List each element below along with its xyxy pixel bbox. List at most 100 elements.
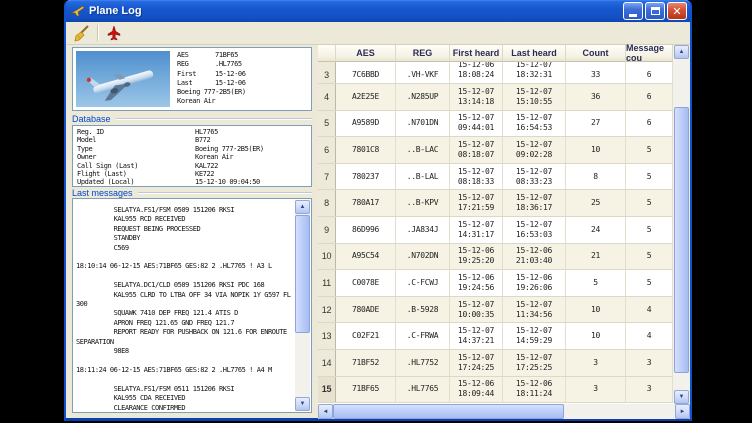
messages-title: Last messages xyxy=(72,188,133,198)
cell-first-heard: 15-12-0618:08:24 xyxy=(450,62,503,83)
cell-count: 10 xyxy=(566,323,626,349)
table-row[interactable]: 1571BF65.HL776515-12-0618:09:4415-12-061… xyxy=(318,377,673,404)
db-value: HL7765 xyxy=(195,128,218,136)
table-row[interactable]: 37C6BBD.VH-VKF15-12-0618:08:2415-12-0718… xyxy=(318,62,673,84)
toolbar-separator xyxy=(97,25,99,41)
app-icon xyxy=(70,4,85,18)
cell-count: 10 xyxy=(566,137,626,163)
toolbar xyxy=(66,22,690,45)
cell-last-heard: 15-12-0708:33:23 xyxy=(503,164,566,190)
table-row[interactable]: 10A95C54.N702DN15-12-0619:25:2015-12-062… xyxy=(318,244,673,271)
table-row[interactable]: 1471BF52.HL775215-12-0717:24:2515-12-071… xyxy=(318,350,673,377)
messages-scrollbar[interactable]: ▲ ▼ xyxy=(295,200,310,411)
cell-message-count: 5 xyxy=(626,217,673,243)
database-panel: Reg. IDHL7765 ModelB772 TypeBoeing 777-2… xyxy=(72,125,312,187)
cell-count: 5 xyxy=(566,270,626,296)
table-header: AES REG First heard Last heard Count Mes… xyxy=(318,45,690,62)
cell-message-count: 5 xyxy=(626,244,673,270)
scroll-left-icon[interactable]: ◄ xyxy=(318,404,333,419)
scroll-down-icon[interactable]: ▼ xyxy=(674,390,689,404)
table-row[interactable]: 8780A17..B-KPV15-12-0717:21:5915-12-0718… xyxy=(318,190,673,217)
main-content: AES71BF65 REG.HL7765 First15-12-06 Last1… xyxy=(66,45,690,419)
cell-last-heard: 15-12-0714:59:29 xyxy=(503,323,566,349)
header-reg[interactable]: REG xyxy=(396,45,450,62)
cell-aes: 71BF65 xyxy=(336,377,396,403)
table-vscrollbar[interactable]: ▲ ▼ xyxy=(673,45,690,404)
cell-first-heard: 15-12-0717:24:25 xyxy=(450,350,503,376)
cell-reg: .N702DN xyxy=(396,244,450,270)
cell-message-count: 6 xyxy=(626,62,673,83)
close-icon: ✕ xyxy=(672,6,681,17)
header-aes[interactable]: AES xyxy=(336,45,396,62)
cell-message-count: 4 xyxy=(626,297,673,323)
cell-aes: 780237 xyxy=(336,164,396,190)
cell-first-heard: 15-12-0708:18:33 xyxy=(450,164,503,190)
cell-count: 36 xyxy=(566,84,626,110)
table-row[interactable]: 11C0078E.C-FCWJ15-12-0619:24:5615-12-061… xyxy=(318,270,673,297)
row-number: 13 xyxy=(318,323,336,349)
aircraft-photo xyxy=(76,51,170,107)
group-rule xyxy=(138,192,312,194)
cell-last-heard: 15-12-0618:11:24 xyxy=(503,377,566,403)
row-number: 9 xyxy=(318,217,336,243)
info-value: .HL7765 xyxy=(215,60,242,69)
scroll-thumb[interactable] xyxy=(295,215,310,333)
cell-last-heard: 15-12-0718:36:17 xyxy=(503,190,566,216)
db-label: Type xyxy=(77,145,195,153)
cell-first-heard: 15-12-0618:09:44 xyxy=(450,377,503,403)
table-row[interactable]: 13C02F21.C-FRWA15-12-0714:37:2115-12-071… xyxy=(318,323,673,350)
cell-aes: 71BF52 xyxy=(336,350,396,376)
aircraft-summary-panel: AES71BF65 REG.HL7765 First15-12-06 Last1… xyxy=(72,47,312,111)
plane-filter-button[interactable] xyxy=(102,23,126,43)
cell-last-heard: 15-12-0716:54:53 xyxy=(503,111,566,137)
minimize-button[interactable] xyxy=(623,2,643,20)
header-last-heard[interactable]: Last heard xyxy=(503,45,566,62)
scroll-up-icon[interactable]: ▲ xyxy=(674,45,689,59)
table-row[interactable]: 67801C8..B-LAC15-12-0708:18:0715-12-0709… xyxy=(318,137,673,164)
info-label: Last xyxy=(177,79,215,88)
table-hscrollbar[interactable]: ◄ ► xyxy=(318,404,690,419)
messages-text: SELATYA.FS1/FSM 0509 151206 RKSI KAL955 … xyxy=(76,206,294,410)
cell-message-count: 6 xyxy=(626,84,673,110)
db-value: KE722 xyxy=(195,170,214,178)
row-number: 7 xyxy=(318,164,336,190)
cell-count: 3 xyxy=(566,350,626,376)
titlebar[interactable]: Plane Log ✕ xyxy=(66,0,690,22)
row-number: 12 xyxy=(318,297,336,323)
header-first-heard[interactable]: First heard xyxy=(450,45,503,62)
cell-count: 3 xyxy=(566,377,626,403)
cell-reg: ..B-KPV xyxy=(396,190,450,216)
cell-message-count: 3 xyxy=(626,377,673,403)
table-row[interactable]: 986D996.JA834J15-12-0714:31:1715-12-0716… xyxy=(318,217,673,244)
table-row[interactable]: 12780ADE.B-592815-12-0710:00:3515-12-071… xyxy=(318,297,673,324)
scroll-up-icon[interactable]: ▲ xyxy=(295,200,310,214)
plane-log-window: Plane Log ✕ xyxy=(64,0,692,421)
cell-last-heard: 15-12-0717:25:25 xyxy=(503,350,566,376)
maximize-icon xyxy=(651,7,660,15)
scroll-thumb[interactable] xyxy=(333,404,564,419)
table-row[interactable]: 4A2E25E.N285UP15-12-0713:14:1815-12-0715… xyxy=(318,84,673,111)
header-count[interactable]: Count xyxy=(566,45,626,62)
header-rownum[interactable] xyxy=(318,45,336,62)
db-label: Updated (Local) xyxy=(77,178,195,186)
scroll-down-icon[interactable]: ▼ xyxy=(295,397,310,411)
cell-aes: 7C6BBD xyxy=(336,62,396,83)
row-number: 3 xyxy=(318,62,336,83)
header-message-count[interactable]: Message cou xyxy=(626,45,673,62)
scroll-thumb[interactable] xyxy=(674,107,689,373)
maximize-button[interactable] xyxy=(645,2,665,20)
database-title: Database xyxy=(72,114,111,124)
cell-reg: ..B-LAL xyxy=(396,164,450,190)
info-value: 15-12-06 xyxy=(215,70,246,79)
row-number: 8 xyxy=(318,190,336,216)
close-button[interactable]: ✕ xyxy=(667,2,687,20)
scroll-right-icon[interactable]: ► xyxy=(675,404,690,419)
cell-message-count: 3 xyxy=(626,350,673,376)
cell-aes: 7801C8 xyxy=(336,137,396,163)
table-row[interactable]: 5A9589D.N701DN15-12-0709:44:0115-12-0716… xyxy=(318,111,673,138)
table-row[interactable]: 7780237..B-LAL15-12-0708:18:3315-12-0708… xyxy=(318,164,673,191)
cell-first-heard: 15-12-0714:31:17 xyxy=(450,217,503,243)
cell-aes: C02F21 xyxy=(336,323,396,349)
cell-last-heard: 15-12-0709:02:28 xyxy=(503,137,566,163)
clear-log-button[interactable] xyxy=(70,23,94,43)
